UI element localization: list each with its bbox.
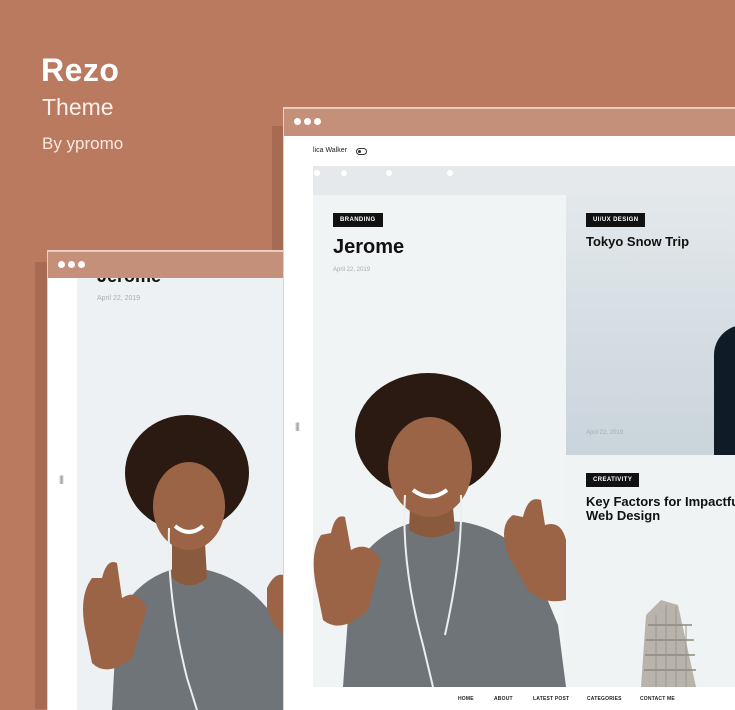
- three-dots-icon[interactable]: [294, 118, 321, 125]
- post-title[interactable]: Jerome: [333, 236, 404, 259]
- brand-subtitle: Theme: [42, 94, 114, 120]
- building-photo: [641, 600, 696, 687]
- post-date: April 22, 2019: [586, 430, 624, 436]
- site-header: lica Walker: [284, 136, 735, 166]
- category-tag[interactable]: UI/UX DESIGN: [586, 213, 646, 227]
- three-dots-icon[interactable]: [58, 261, 85, 268]
- author-name[interactable]: lica Walker: [313, 147, 347, 154]
- dot-indicator: [314, 170, 320, 176]
- featured-post-card[interactable]: BRANDING Jerome April 22, 2019: [313, 195, 566, 687]
- dot-indicator: [447, 170, 453, 176]
- post-title[interactable]: Tokyo Snow Trip: [586, 235, 735, 249]
- drag-handle-icon[interactable]: |||: [295, 421, 300, 431]
- dot-indicator: [386, 170, 392, 176]
- drag-handle-icon[interactable]: |||: [59, 474, 64, 484]
- sidebar: |||: [284, 166, 313, 710]
- nav-categories[interactable]: CATEGORIES: [587, 696, 622, 702]
- dot-indicator: [341, 170, 347, 176]
- person-photo: [714, 325, 735, 455]
- nav-contact-me[interactable]: CONTACT ME: [640, 696, 675, 702]
- person-photo: [83, 415, 288, 710]
- sidebar: |||: [48, 278, 77, 710]
- top-strip: [313, 166, 735, 195]
- brand-title: Rezo: [41, 52, 120, 88]
- post-title[interactable]: Key Factors for Impactful Web Design: [586, 495, 735, 523]
- nav-about[interactable]: ABOUT: [494, 696, 513, 702]
- post-card-tokyo[interactable]: UI/UX DESIGN Tokyo Snow Trip April 22, 2…: [566, 195, 735, 455]
- brand-byline: By ypromo: [42, 134, 124, 153]
- window-titlebar: [284, 108, 735, 136]
- preview-window-small: ||| Jerome April 22, 2019: [47, 250, 289, 710]
- preview-window-large: lica Walker ||| BRANDING Jerome April 22…: [283, 107, 735, 710]
- nav-latest-post[interactable]: LATEST POST: [533, 696, 569, 702]
- category-tag[interactable]: BRANDING: [333, 213, 383, 227]
- post-date: April 22, 2019: [333, 267, 371, 273]
- post-card[interactable]: Jerome April 22, 2019: [77, 278, 288, 710]
- post-card-web-design[interactable]: CREATIVITY Key Factors for Impactful Web…: [566, 455, 735, 687]
- footer-nav: HOME ABOUT LATEST POST CATEGORIES CONTAC…: [313, 687, 735, 710]
- window-titlebar: [48, 251, 288, 279]
- nav-home[interactable]: HOME: [458, 696, 474, 702]
- toggle-icon[interactable]: [356, 148, 367, 155]
- category-tag[interactable]: CREATIVITY: [586, 473, 640, 487]
